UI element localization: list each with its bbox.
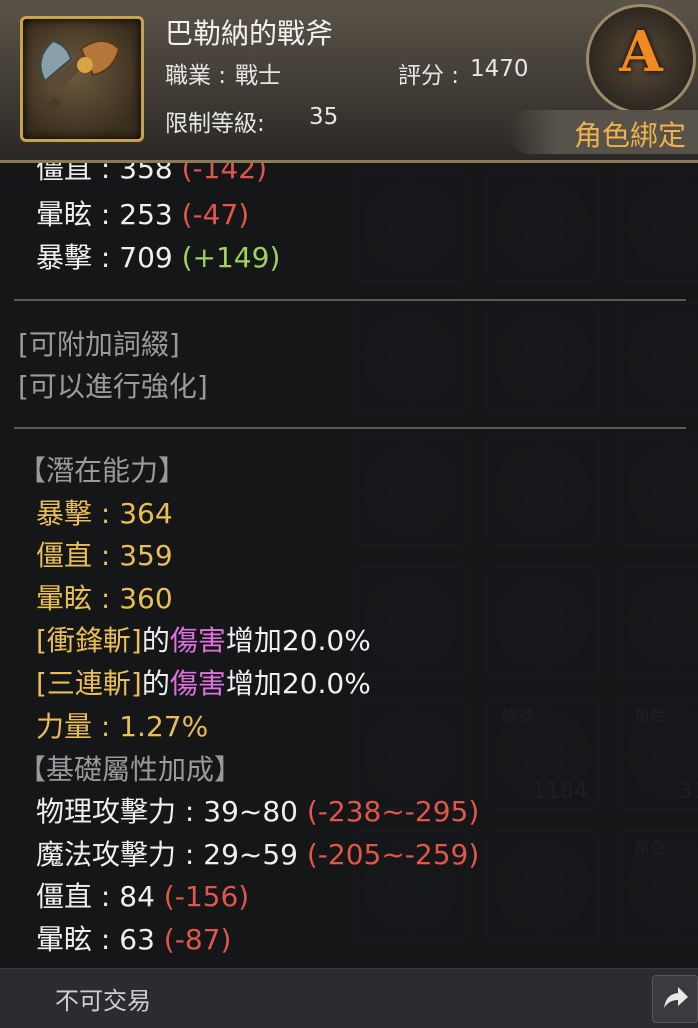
note-enhance: [可以進行強化] — [18, 370, 208, 403]
stat-name: 暈眩 : — [36, 198, 120, 231]
stat-diff: (-205~-259) — [306, 838, 480, 871]
stat-value: 63 — [119, 923, 155, 956]
tooltip-header: 巴勒納的戰斧 職業 : 戰士 評分 : 1470 限制等級: 35 A 角色綁定 — [0, 0, 698, 163]
skill-effect: 傷害 — [169, 667, 226, 700]
stat-name: 僵直 : — [36, 880, 120, 913]
class-value: 戰士 — [235, 63, 281, 89]
battle-axe-icon — [20, 16, 144, 142]
stat-diff: (+149) — [181, 241, 281, 274]
item-name: 巴勒納的戰斧 — [165, 17, 334, 50]
stat-diff: (-142) — [181, 163, 268, 185]
stat-value: 84 — [119, 880, 155, 913]
score-label: 評分 : — [398, 63, 460, 89]
bind-tag: 角色綁定 — [508, 110, 698, 154]
skill-increase: 增加20.0% — [225, 624, 371, 657]
base-stat: 暈眩 : 63 (-87) — [36, 918, 231, 958]
stat-name: 物理攻擊力 : — [36, 795, 204, 828]
potential-strength: 力量 : 1.27% — [36, 710, 209, 743]
base-stat: 物理攻擊力 : 39~80 (-238~-295) — [36, 790, 479, 830]
stat-diff: (-238~-295) — [306, 795, 480, 828]
skill-name: [衝鋒斬] — [36, 624, 142, 657]
stat-diff: (-156) — [163, 880, 250, 913]
grade-letter: A — [619, 19, 663, 85]
stat-name: 魔法攻擊力 : — [36, 838, 204, 871]
potential-stat: 暴擊 : 364 — [36, 497, 173, 530]
note-affix: [可附加詞綴] — [18, 328, 180, 361]
share-button[interactable] — [652, 975, 698, 1023]
class-label: 職業 : — [165, 63, 227, 89]
divider — [14, 299, 686, 301]
potential-skill: [三連斬]的傷害增加20.0% — [36, 662, 371, 702]
stat-row: 暴擊 : 709 (+149) — [36, 236, 280, 276]
skill-of: 的 — [141, 667, 170, 700]
tooltip-body[interactable]: 僵直 : 358 (-142) 暈眩 : 253 (-47) 暴擊 : 709 … — [0, 163, 698, 968]
stat-name: 暈眩 : — [36, 923, 120, 956]
tooltip-footer: 不可交易 — [0, 968, 698, 1028]
base-stat: 魔法攻擊力 : 29~59 (-205~-259) — [36, 833, 479, 873]
trade-status: 不可交易 — [55, 987, 151, 1015]
stat-value: 29~59 — [203, 838, 298, 871]
stat-diff: (-87) — [163, 923, 232, 956]
share-arrow-icon — [664, 987, 688, 1008]
stat-name: 暴擊 : — [36, 241, 120, 274]
potential-stat: 暈眩 : 360 — [36, 582, 173, 615]
skill-name: [三連斬] — [36, 667, 142, 700]
base-header: 【基礎屬性加成】 — [18, 753, 243, 786]
base-stat: 僵直 : 84 (-156) — [36, 875, 249, 915]
stat-name: 僵直 : — [36, 163, 120, 185]
potential-skill: [衝鋒斬]的傷害增加20.0% — [36, 619, 371, 659]
skill-increase: 增加20.0% — [225, 667, 371, 700]
stat-value: 253 — [119, 198, 173, 231]
stat-row: 暈眩 : 253 (-47) — [36, 193, 249, 233]
stat-row: 僵直 : 358 (-142) — [36, 163, 267, 187]
skill-of: 的 — [141, 624, 170, 657]
item-tooltip: 巴勒納的戰斧 職業 : 戰士 評分 : 1470 限制等級: 35 A 角色綁定… — [0, 0, 698, 1028]
stat-value: 39~80 — [203, 795, 298, 828]
stat-value: 358 — [119, 163, 173, 185]
stat-diff: (-47) — [181, 198, 250, 231]
grade-emblem-icon: A — [586, 4, 696, 114]
level-label: 限制等級: — [165, 111, 265, 137]
score-value: 1470 — [470, 56, 529, 82]
stat-value: 709 — [119, 241, 173, 274]
potential-header: 【潛在能力】 — [18, 454, 187, 487]
level-value: 35 — [309, 104, 339, 130]
bind-text: 角色綁定 — [573, 119, 686, 152]
potential-stat: 僵直 : 359 — [36, 539, 173, 572]
skill-effect: 傷害 — [169, 624, 226, 657]
divider — [14, 427, 686, 429]
